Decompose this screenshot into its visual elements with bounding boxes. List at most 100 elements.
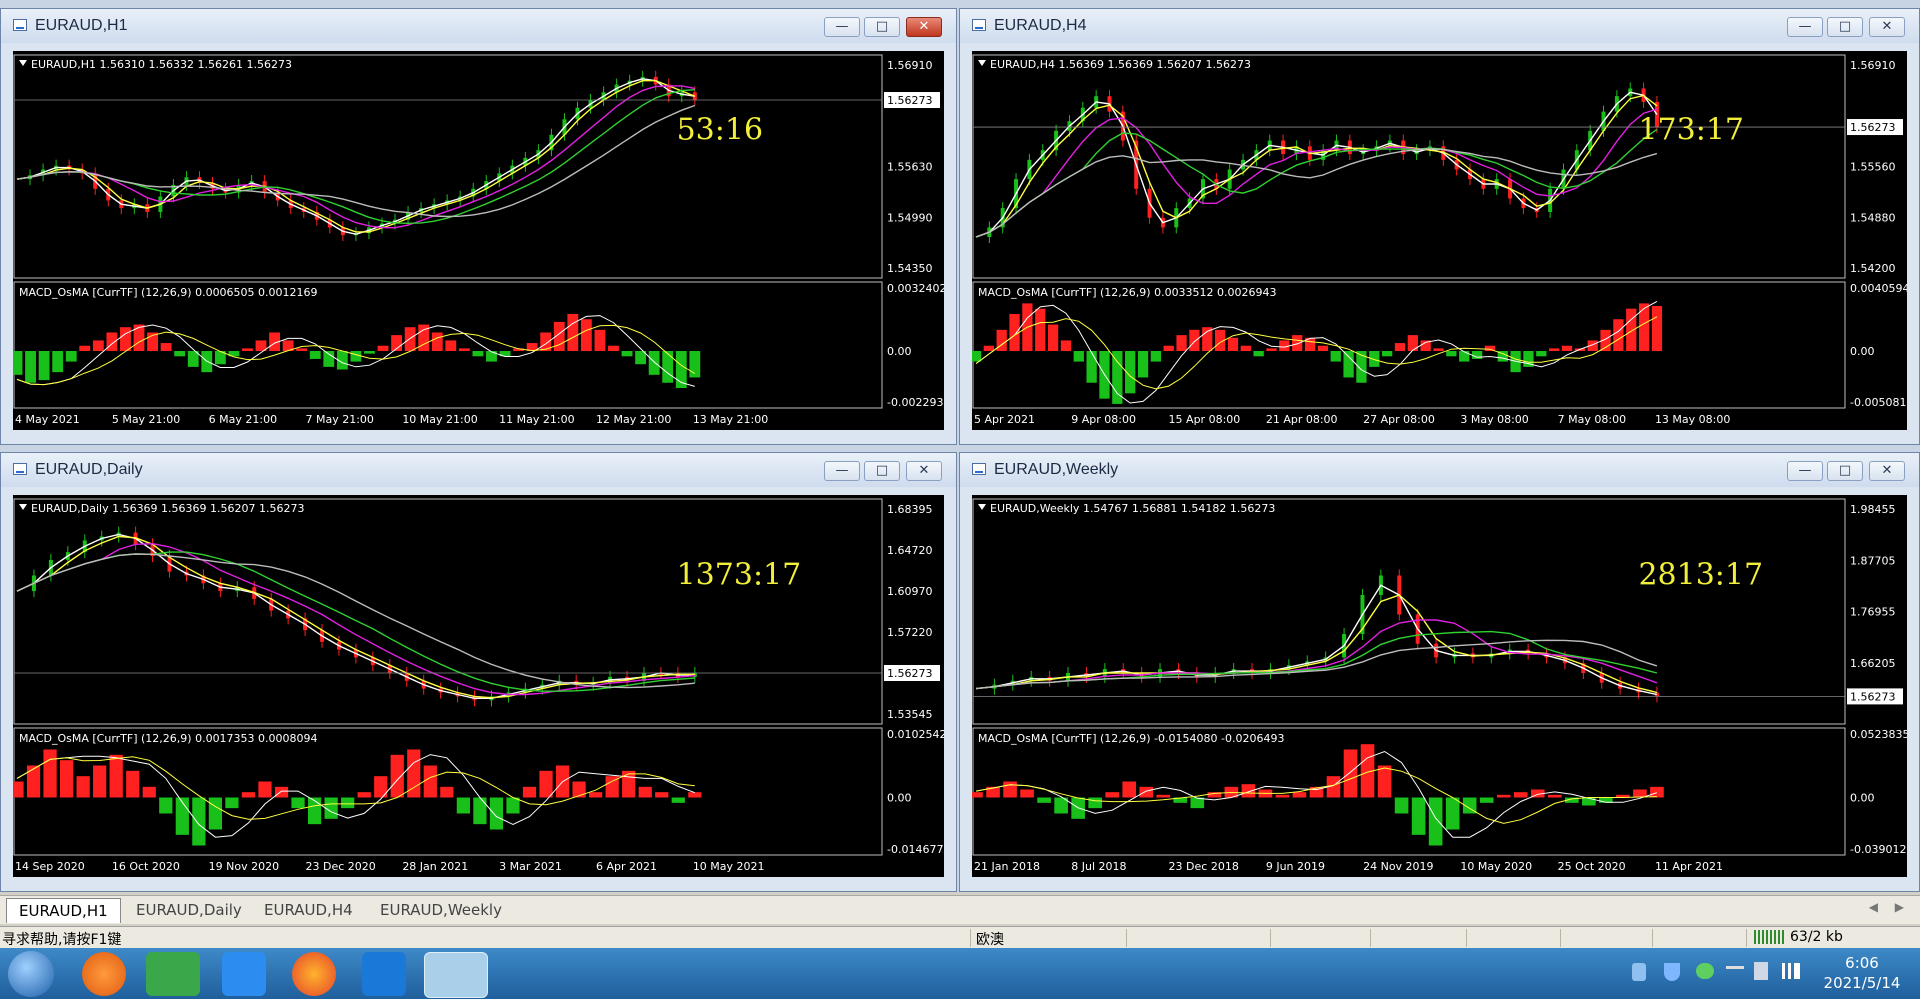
macd-histogram-bar [1122,781,1137,798]
chart-canvas[interactable]: EURAUD,H1 1.56310 1.56332 1.56261 1.5627… [13,51,944,430]
macd-histogram-bar [1227,337,1239,351]
macd-histogram-bar [1156,794,1171,798]
macd-histogram-bar [142,786,156,798]
macd-histogram-bar [1086,351,1097,383]
macd-histogram-bar [1035,308,1046,351]
chart-window-daily[interactable]: EURAUD,Daily — □ ✕ EURAUD,Daily 1.56369 … [0,452,957,892]
tab-euraud-h1[interactable]: EURAUD,H1 [6,898,121,923]
macd-histogram-bar [1613,319,1624,351]
minimize-button[interactable]: — [824,461,860,481]
macd-histogram-bar [1411,797,1426,835]
moving-average-line [975,594,1658,694]
price-tick-label: 1.56910 [1850,59,1896,72]
macd-histogram-bar [377,345,389,351]
macd-histogram-bar [1459,351,1470,362]
media-player-icon[interactable] [82,952,126,996]
close-button[interactable]: ✕ [1869,461,1905,481]
macd-histogram-bar [1253,351,1264,357]
chart-window-icon [972,19,986,31]
status-bar: 寻求帮助,请按F1键 欧澳 63/2 kb [0,926,1920,949]
chart-area[interactable]: EURAUD,H4 1.56369 1.56369 1.56207 1.5627… [972,51,1907,430]
macd-tick-label: 0.00 [1850,792,1875,805]
chart-canvas[interactable]: EURAUD,Daily 1.56369 1.56369 1.56207 1.5… [13,495,944,877]
collapse-arrow-icon [978,60,986,66]
time-tick-label: 7 May 21:00 [305,413,373,426]
chart-canvas[interactable]: EURAUD,H4 1.56369 1.56369 1.56207 1.5627… [972,51,1907,430]
close-button[interactable]: ✕ [1869,17,1905,37]
chart-area[interactable]: EURAUD,H1 1.56310 1.56332 1.56261 1.5627… [13,51,944,430]
macd-histogram-bar [1651,306,1663,351]
time-tick-label: 9 Jun 2019 [1266,860,1325,873]
macd-histogram-bar [1650,786,1664,798]
macd-histogram-bar [522,786,537,798]
chart-area[interactable]: EURAUD,Daily 1.56369 1.56369 1.56207 1.5… [13,495,944,877]
macd-histogram-bar [1137,351,1149,378]
close-button[interactable]: ✕ [906,461,942,481]
macd-histogram-bar [1638,303,1650,351]
chart-window-weekly[interactable]: EURAUD,Weekly — □ ✕ EURAUD,Weekly 1.5476… [959,452,1920,892]
minimize-button[interactable]: — [824,17,860,37]
maximize-button[interactable]: □ [1827,17,1863,37]
chart-area[interactable]: EURAUD,Weekly 1.54767 1.56881 1.54182 1.… [972,495,1907,877]
minimize-button[interactable]: — [1787,461,1823,481]
macd-histogram-bar [1275,794,1290,798]
wechat-tray-icon[interactable] [1696,963,1714,979]
main-frame [972,498,1846,725]
macd-histogram-bar [241,792,256,798]
macd-histogram-bar [983,345,994,351]
wechat-icon[interactable] [146,952,200,996]
title-bar[interactable]: EURAUD,H1 — □ ✕ [1,9,956,43]
macd-histogram-bar [1445,797,1460,830]
maximize-button[interactable]: □ [864,461,900,481]
network-icon[interactable] [1726,966,1744,979]
macd-tick-label: -0.0022935 [887,396,944,409]
tab-scroll-right-icon[interactable]: ▶ [1895,900,1904,914]
macd-histogram-bar [1189,329,1200,351]
time-tick-label: 28 Jan 2021 [402,860,468,873]
chart-window-h4[interactable]: EURAUD,H4 — □ ✕ EURAUD,H4 1.56369 1.5636… [959,8,1920,445]
app-blue-icon[interactable] [362,952,406,996]
clock-date: 2021/5/14 [1823,974,1901,992]
macd-tick-label: 0.00 [887,345,912,358]
tab-euraud-weekly[interactable]: EURAUD,Weekly [368,898,514,922]
start-orb-icon[interactable] [8,951,54,997]
time-tick-label: 10 May 21:00 [402,413,477,426]
chart-info-label: EURAUD,H4 1.56369 1.56369 1.56207 1.5627… [990,58,1251,71]
mt4-icon[interactable] [424,952,488,998]
macd-tick-label: 0.00 [1850,345,1875,358]
shield-icon[interactable] [1664,963,1680,981]
signal-icon[interactable] [1782,963,1800,979]
clock[interactable]: 6:06 2021/5/14 [1812,953,1912,993]
macd-histogram-bar [364,351,375,354]
macd-histogram-bar [307,797,322,825]
window-title: EURAUD,H4 [994,17,1087,34]
macd-histogram-bar [608,345,619,351]
tab-scroll-left-icon[interactable]: ◀ [1869,900,1878,914]
close-button[interactable]: ✕ [906,17,942,37]
macd-tick-label: -0.0390127 [1850,843,1907,856]
macd-histogram-bar [1003,781,1017,798]
macd-histogram-bar [13,781,24,798]
title-bar[interactable]: EURAUD,Daily — □ ✕ [1,453,956,487]
price-tick-label: 1.54350 [887,262,933,275]
title-bar[interactable]: EURAUD,Weekly — □ ✕ [960,453,1919,487]
bluetooth-icon[interactable] [1632,963,1646,981]
chart-window-h1[interactable]: EURAUD,H1 — □ ✕ EURAUD,H1 1.56310 1.5633… [0,8,957,445]
bar-timer: 173:17 [1638,113,1744,148]
maximize-button[interactable]: □ [864,17,900,37]
macd-histogram-bar [506,797,520,814]
notes-icon[interactable] [222,952,266,996]
firefox-icon[interactable] [292,952,336,996]
maximize-button[interactable]: □ [1827,461,1863,481]
current-price-label: 1.56273 [1850,690,1896,703]
macd-histogram-bar [52,351,64,373]
chart-canvas[interactable]: EURAUD,Weekly 1.54767 1.56881 1.54182 1.… [972,495,1907,877]
volume-icon[interactable] [1754,962,1768,980]
minimize-button[interactable]: — [1787,17,1823,37]
title-bar[interactable]: EURAUD,H4 — □ ✕ [960,9,1919,43]
chart-window-icon [13,19,27,31]
macd-histogram-bar [1446,351,1457,357]
tab-euraud-daily[interactable]: EURAUD,Daily [124,898,254,922]
tab-euraud-h4[interactable]: EURAUD,H4 [252,898,365,922]
collapse-arrow-icon [19,504,27,510]
